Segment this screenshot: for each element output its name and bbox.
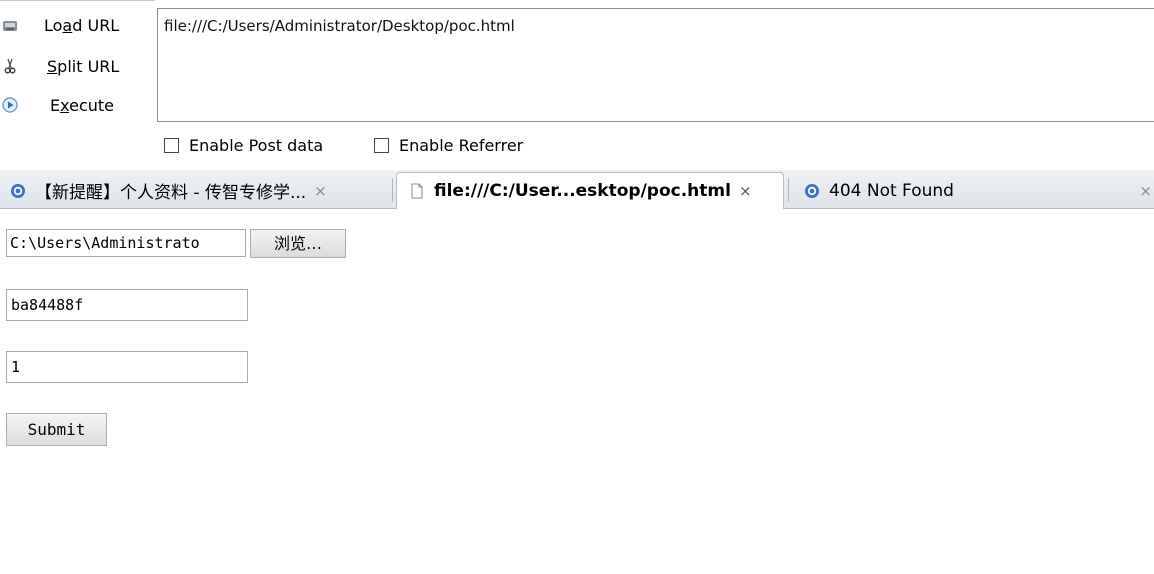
scissors-icon — [4, 58, 16, 74]
play-icon — [2, 97, 18, 113]
split-url-label: Split URL — [47, 57, 120, 76]
split-url-button[interactable]: Split URL — [0, 51, 150, 81]
file-path-input[interactable]: C:\Users\Administrato — [6, 229, 246, 257]
close-icon[interactable]: × — [739, 182, 752, 200]
page-content: C:\Users\Administrato 浏览… ba84488f 1 Sub… — [0, 209, 1154, 574]
browse-button[interactable]: 浏览… — [250, 229, 346, 258]
text-field-hash[interactable]: ba84488f — [6, 289, 248, 321]
load-url-icon — [3, 21, 17, 31]
tab-title: file:///C:/User...esktop/poc.html — [434, 181, 731, 201]
page-icon — [411, 183, 423, 199]
checkbox-box[interactable] — [374, 138, 389, 153]
enable-post-data-label: Enable Post data — [189, 136, 324, 155]
submit-button[interactable]: Submit — [6, 413, 107, 446]
tab-title: 404 Not Found — [829, 180, 954, 201]
close-icon[interactable]: × — [314, 182, 327, 200]
load-url-label: Load URL — [44, 16, 120, 35]
enable-post-data-checkbox[interactable]: Enable Post data — [164, 136, 323, 155]
checkbox-box[interactable] — [164, 138, 179, 153]
tab-404-not-found[interactable]: 404 Not Found × — [804, 174, 1154, 207]
enable-referrer-label: Enable Referrer — [399, 136, 524, 155]
site-globe-icon — [805, 183, 819, 198]
hackbar-panel: Load URL Split URL Execute file:///C:/Us… — [0, 0, 1154, 164]
execute-button[interactable]: Execute — [0, 90, 150, 120]
divider — [0, 0, 155, 1]
enable-referrer-checkbox[interactable]: Enable Referrer — [374, 136, 523, 155]
divider — [392, 178, 393, 202]
tab-poc-html[interactable]: file:///C:/User...esktop/poc.html × — [396, 172, 784, 209]
site-globe-icon — [11, 183, 25, 198]
execute-label: Execute — [50, 96, 114, 115]
tab-title: 【新提醒】个人资料 - 传智专修学... — [35, 183, 307, 203]
tab-new-reminder[interactable]: 【新提醒】个人资料 - 传智专修学... × — [10, 174, 388, 207]
load-url-button[interactable]: Load URL — [0, 10, 150, 40]
browser-tab-bar: 【新提醒】个人资料 - 传智专修学... × file:///C:/User..… — [0, 170, 1154, 209]
divider — [788, 178, 789, 202]
text-field-number[interactable]: 1 — [6, 351, 248, 383]
close-icon[interactable]: × — [1139, 182, 1152, 200]
url-textarea[interactable]: file:///C:/Users/Administrator/Desktop/p… — [157, 8, 1154, 122]
